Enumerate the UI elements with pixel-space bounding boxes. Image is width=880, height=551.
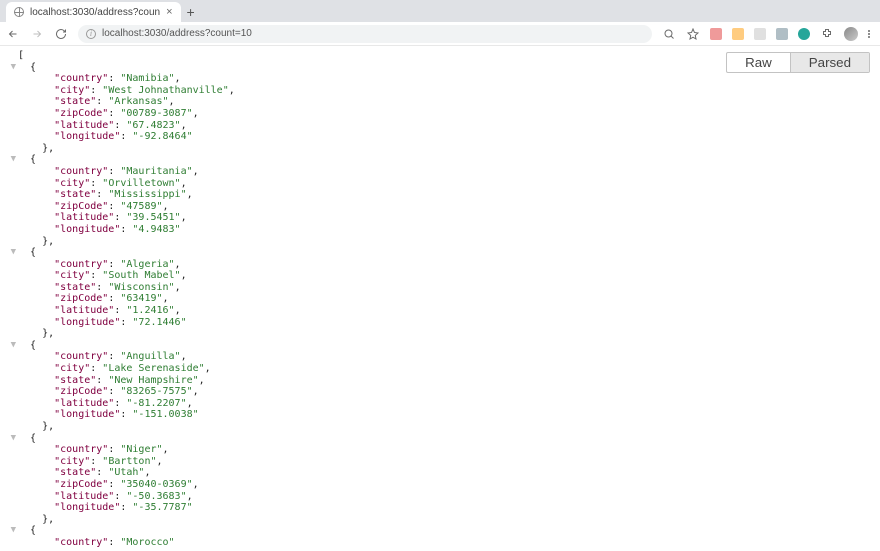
- close-icon[interactable]: ×: [166, 6, 172, 18]
- view-toggle: Raw Parsed: [726, 52, 870, 73]
- json-row: "longitude": "-35.7787": [6, 502, 880, 514]
- json-row: "latitude": "39.5451",: [6, 212, 880, 224]
- json-row: ▼ {: [6, 340, 880, 352]
- json-row: ▼ {: [6, 433, 880, 445]
- json-row: },: [6, 514, 880, 526]
- json-viewer: Raw Parsed [▼ { "country": "Namibia", "c…: [0, 46, 880, 551]
- json-row: "zipCode": "00789-3087",: [6, 108, 880, 120]
- json-row: "country": "Mauritania",: [6, 166, 880, 178]
- json-row: "latitude": "-50.3683",: [6, 491, 880, 503]
- extension-icon[interactable]: [710, 28, 722, 40]
- json-row: "country": "Morocco": [6, 537, 880, 549]
- json-row: "latitude": "67.4823",: [6, 120, 880, 132]
- parsed-button[interactable]: Parsed: [790, 53, 869, 72]
- json-row: "country": "Namibia",: [6, 73, 880, 85]
- json-row: "country": "Algeria",: [6, 259, 880, 271]
- json-row: "state": "New Hampshire",: [6, 375, 880, 387]
- json-row: },: [6, 421, 880, 433]
- json-row: },: [6, 236, 880, 248]
- url-text: localhost:3030/address?count=10: [102, 28, 252, 39]
- extension-icon[interactable]: [798, 28, 810, 40]
- reload-button[interactable]: [54, 27, 68, 41]
- json-row: "longitude": "72.1446": [6, 317, 880, 329]
- json-row: "longitude": "-151.0038": [6, 409, 880, 421]
- forward-button[interactable]: [30, 27, 44, 41]
- json-row: "zipCode": "63419",: [6, 293, 880, 305]
- extension-icon[interactable]: [754, 28, 766, 40]
- collapse-toggle-icon[interactable]: ▼: [6, 433, 16, 445]
- json-row: "longitude": "-92.8464": [6, 131, 880, 143]
- json-row: "state": "Wisconsin",: [6, 282, 880, 294]
- json-row: "country": "Anguilla",: [6, 351, 880, 363]
- json-row: "zipCode": "47589",: [6, 201, 880, 213]
- json-row: "city": "Orvilletown",: [6, 178, 880, 190]
- back-button[interactable]: [6, 27, 20, 41]
- json-row: "latitude": "-81.2207",: [6, 398, 880, 410]
- collapse-toggle-icon[interactable]: ▼: [6, 247, 16, 259]
- collapse-toggle-icon[interactable]: ▼: [6, 525, 16, 537]
- address-bar[interactable]: i localhost:3030/address?count=10: [78, 25, 652, 43]
- browser-toolbar: i localhost:3030/address?count=10: [0, 22, 880, 46]
- json-row: "longitude": "4.9483": [6, 224, 880, 236]
- json-row: "city": "Lake Serenaside",: [6, 363, 880, 375]
- json-row: ▼ {: [6, 154, 880, 166]
- collapse-toggle-icon[interactable]: ▼: [6, 154, 16, 166]
- json-row: "country": "Niger",: [6, 444, 880, 456]
- toolbar-right: [662, 27, 874, 41]
- extension-icon[interactable]: [776, 28, 788, 40]
- tab-title: localhost:3030/address?coun: [30, 7, 160, 18]
- site-info-icon[interactable]: i: [86, 29, 96, 39]
- globe-icon: [14, 7, 24, 17]
- json-row: "state": "Arkansas",: [6, 96, 880, 108]
- collapse-toggle-icon[interactable]: ▼: [6, 62, 16, 74]
- json-row: },: [6, 143, 880, 155]
- tab-strip: localhost:3030/address?coun × +: [0, 0, 880, 22]
- json-row: "zipCode": "83265-7575",: [6, 386, 880, 398]
- json-row: },: [6, 328, 880, 340]
- bookmark-icon[interactable]: [686, 27, 700, 41]
- zoom-icon[interactable]: [662, 27, 676, 41]
- json-row: "city": "South Mabel",: [6, 270, 880, 282]
- json-row: "latitude": "1.2416",: [6, 305, 880, 317]
- json-row: "state": "Mississippi",: [6, 189, 880, 201]
- extensions-menu-icon[interactable]: [820, 27, 834, 41]
- json-row: "city": "Bartton",: [6, 456, 880, 468]
- json-row: "city": "West Johnathanville",: [6, 85, 880, 97]
- new-tab-button[interactable]: +: [181, 2, 201, 22]
- profile-avatar[interactable]: [844, 27, 858, 41]
- raw-button[interactable]: Raw: [727, 53, 790, 72]
- json-row: "state": "Utah",: [6, 467, 880, 479]
- browser-tab[interactable]: localhost:3030/address?coun ×: [6, 2, 181, 22]
- json-row: "zipCode": "35040-0369",: [6, 479, 880, 491]
- json-row: ▼ {: [6, 525, 880, 537]
- json-row: ▼ {: [6, 247, 880, 259]
- kebab-menu-icon[interactable]: [868, 30, 870, 38]
- extension-icon[interactable]: [732, 28, 744, 40]
- collapse-toggle-icon[interactable]: ▼: [6, 340, 16, 352]
